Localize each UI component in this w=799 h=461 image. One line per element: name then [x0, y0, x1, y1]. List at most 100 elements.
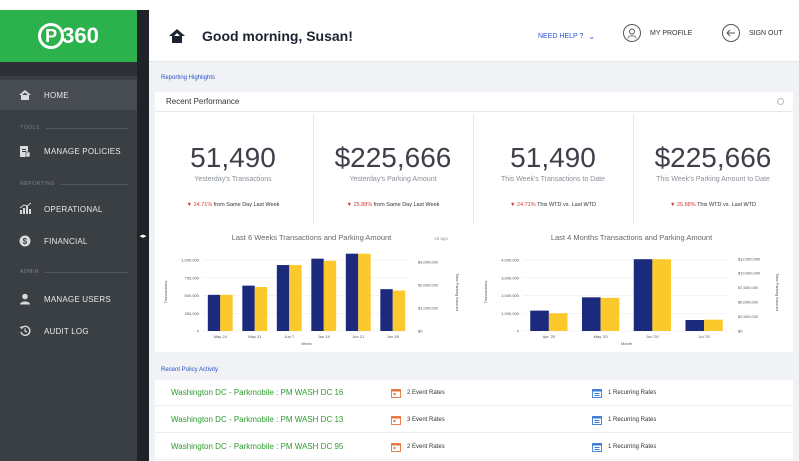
y2-axis-label: Total Parking Amount [775, 273, 780, 312]
y2-tick-label: $3,000,000 [418, 260, 439, 265]
kpi-value: $225,666 [654, 142, 772, 173]
policy-link[interactable]: Washington DC - Parkmobile : PM WASH DC … [171, 415, 343, 424]
chart-bar [685, 320, 705, 331]
chart-bar [276, 265, 290, 331]
x-tick-label: Jun 21 [352, 334, 365, 339]
settings-gear-icon[interactable] [777, 98, 784, 105]
sidebar-item-home[interactable]: HOME [0, 80, 137, 110]
kpi-change-pct: 24.71% [193, 202, 213, 208]
kpi-card: 51,490 This Week's Transactions to Date … [475, 114, 631, 224]
sidebar: P 360 HOME TOOLS MANAGE POLICIES REPORTIN… [0, 10, 137, 461]
x-axis-label: Month [621, 341, 632, 346]
recent-policy-activity-list: Washington DC - Parkmobile : PM WASH DC … [155, 380, 793, 461]
sidebar-item-operational[interactable]: OPERATIONAL [0, 194, 137, 224]
policies-icon [18, 144, 32, 158]
x-tick-label: May '20 [594, 334, 609, 339]
kpi-change: ▼ 25.88% from Same Day Last Week [315, 202, 471, 208]
y2-tick-label: $0 [418, 329, 423, 334]
top-header: Good morning, Susan! NEED HELP ? ⌄ MY PR… [149, 10, 799, 62]
brand-logo[interactable]: P 360 [0, 10, 137, 62]
chart-bar [345, 253, 359, 331]
kpi-divider [633, 114, 634, 224]
x-tick-label: Apr '20 [543, 334, 556, 339]
sidebar-item-manage-users[interactable]: MANAGE USERS [0, 284, 137, 314]
sidebar-item-label: MANAGE USERS [44, 294, 111, 304]
section-label-tools: TOOLS [20, 125, 128, 131]
need-help-dropdown[interactable]: NEED HELP ? ⌄ [538, 32, 595, 41]
sidebar-item-label: OPERATIONAL [44, 204, 103, 214]
sidebar-item-label: AUDIT LOG [44, 326, 89, 336]
kpi-label: Yesterday's Parking Amount [349, 176, 437, 183]
weekly-bar-chart: Last 6 Weeks Transactions and Parking Am… [163, 233, 460, 346]
sidebar-item-audit-log[interactable]: AUDIT LOG [0, 316, 137, 346]
y-tick-label: 1,000,000 [181, 258, 200, 263]
y-tick-label: 750,000 [185, 275, 200, 280]
y2-axis-label: Total Parking Amount [455, 273, 460, 312]
sidebar-item-manage-policies[interactable]: MANAGE POLICIES [0, 136, 137, 166]
header-home-icon[interactable] [168, 27, 186, 45]
kpi-label: Yesterday's Transactions [194, 176, 272, 183]
down-arrow-icon: ▼ [186, 202, 194, 208]
x-tick-label: May 24 [214, 334, 228, 339]
dollar-icon: $ [18, 234, 32, 248]
kpi-change-pct: 25.88% [353, 202, 373, 208]
chart-bar [530, 310, 549, 331]
policy-link[interactable]: Washington DC - Parkmobile : PM WASH DC … [171, 388, 343, 397]
recurring-rates-label: 1 Recurring Rates [608, 443, 657, 450]
user-icon [18, 292, 32, 306]
y2-tick-label: $2,500,000 [738, 314, 759, 319]
sidebar-item-label: HOME [44, 90, 69, 100]
list-item: Washington DC - Parkmobile : PM WASH DC … [155, 434, 793, 460]
sidebar-item-label: MANAGE POLICIES [44, 146, 121, 156]
sidebar-item-label: FINANCIAL [44, 236, 88, 246]
kpi-label: This Week's Transactions to Date [501, 176, 605, 183]
my-profile-button[interactable]: MY PROFILE [623, 24, 692, 42]
sign-out-button[interactable]: SIGN OUT [722, 24, 783, 42]
recurring-calendar-icon [592, 415, 602, 425]
kpi-change-text: from Same Day Last Week [213, 202, 280, 208]
down-arrow-icon: ▼ [669, 202, 677, 208]
y2-tick-label: $12,500,000 [738, 256, 761, 261]
logo-p-mark: P [38, 23, 65, 49]
chart-bar [323, 260, 337, 331]
y2-tick-label: $2,000,000 [418, 283, 439, 288]
y2-tick-label: $10,000,000 [738, 271, 761, 276]
recurring-rates[interactable]: 1 Recurring Rates [592, 415, 656, 425]
section-label-reporting: REPORTING [20, 181, 128, 187]
profile-icon [623, 24, 641, 42]
chart-title: Last 6 Weeks Transactions and Parking Am… [232, 233, 392, 242]
kpi-divider [473, 114, 474, 224]
x-tick-label: Jun '20 [646, 334, 660, 339]
event-rates[interactable]: 2 Event Rates [391, 442, 445, 452]
event-rates[interactable]: 3 Event Rates [391, 415, 445, 425]
y-axis-label: Transactions [163, 281, 168, 304]
kpi-card: $225,666 This Week's Parking Amount to D… [635, 114, 791, 224]
event-rates[interactable]: 2 Event Rates [391, 388, 445, 398]
reporting-highlights-title: Reporting Highlights [161, 75, 216, 81]
y-tick-label: 1,000,000 [501, 311, 520, 316]
chart-bar [392, 290, 406, 331]
chart-bar [358, 253, 371, 331]
kpi-change: ▼ 24.71% from Same Day Last Week [155, 202, 311, 208]
kpi-value: 51,490 [510, 142, 596, 173]
home-icon [18, 88, 32, 102]
y-tick-label: 0 [517, 329, 520, 334]
y-tick-label: 2,000,000 [501, 293, 520, 298]
chart-bar [600, 297, 620, 331]
down-arrow-icon: ▼ [346, 202, 354, 208]
kpi-change-pct: 25.88% [676, 202, 696, 208]
sidebar-divider-strip [0, 62, 137, 76]
recurring-rates[interactable]: 1 Recurring Rates [592, 442, 656, 452]
chart-bar [581, 297, 601, 331]
event-rates-label: 3 Event Rates [407, 416, 445, 423]
recurring-rates[interactable]: 1 Recurring Rates [592, 388, 656, 398]
policy-link[interactable]: Washington DC - Parkmobile : PM WASH DC … [171, 442, 343, 451]
sidebar-item-financial[interactable]: $ FINANCIAL [0, 226, 137, 256]
y-tick-label: 3,000,000 [501, 275, 520, 280]
chart-bar [220, 294, 233, 331]
event-calendar-icon [391, 415, 401, 425]
weekly-chart-panel: Last 6 Weeks Transactions and Parking Am… [155, 227, 468, 352]
sign-out-label: SIGN OUT [749, 29, 783, 37]
logo-text: 360 [62, 23, 99, 48]
sidebar-collapse-handle[interactable]: ◂▸ [137, 10, 149, 461]
